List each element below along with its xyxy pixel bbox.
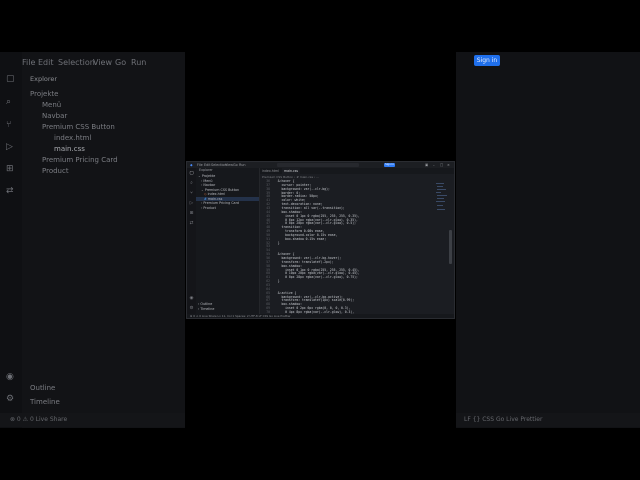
run-debug-icon: ▷ [6,142,13,152]
tree-item-label: Menü [203,178,213,183]
code-view[interactable]: 36 &:hover {37 cursor: pointer; 38 backgr… [260,179,454,314]
outline-section[interactable]: › Outline [198,302,261,307]
background-menu-item: Selection [58,58,95,67]
tree-item-label: Product [203,205,216,210]
background-status-left: ⊗ 0 ⚠ 0 Live Share [0,413,185,427]
account-icon[interactable]: ◉ [189,296,194,301]
tree-item[interactable]: › Product [196,206,259,211]
background-outline: Outline [30,384,56,392]
background-tree-item: Menü [42,101,62,109]
tree-item-label: Premium Pricing Card [203,201,239,205]
status-text[interactable]: ⊗ 0 ⚠ 0 Live Share Ln 11, Col 1 Spaces: … [190,314,291,318]
command-search-input[interactable] [277,163,359,167]
run-debug-icon[interactable]: ▷ [189,201,194,206]
source-control-icon: ⑂ [6,120,12,130]
tree-item-label: main.css [207,196,223,201]
status-bar: ⊗ 0 ⚠ 0 Live Share Ln 11, Col 1 Spaces: … [187,314,454,318]
extensions-icon: ⊞ [6,164,14,174]
background-status-right: LF {} CSS Go Live Prettier [456,413,640,427]
background-menu-item: Run [131,58,147,67]
background-tree-item: main.css [54,145,85,153]
explorer-title: Explorer [199,168,213,172]
tree-item-label: Premium CSS Button [204,187,240,192]
remote-icon: ⇄ [6,186,14,196]
source-control-icon[interactable]: ⑂ [189,191,194,196]
extensions-icon[interactable]: ⊞ [189,211,194,216]
code-line[interactable]: box-shadow 0.15s ease; [274,237,326,241]
account-icon: ◉ [6,372,14,382]
code-line[interactable]: 0 0px 28px rgba(var(--clr-glow), 0.75); [274,275,358,279]
signin-button[interactable]: Sign in [384,163,395,167]
tree-item-label: Navbar [203,183,216,187]
background-tree-item: Navbar [42,112,68,120]
tree-item-label: Projekte [201,174,216,178]
background-tree-item: Product [42,167,69,175]
background-explorer-title: Explorer [30,75,58,83]
explorer-sidebar: Explorer ⌄ Projekte › Menü › Navbar ⌄ Premi… [196,168,260,314]
tab-index-html[interactable]: index.html [260,168,281,174]
background-tree-item: index.html [54,134,92,142]
files-icon: ▢ [6,74,15,84]
background-timeline: Timeline [30,398,60,406]
background-signin-button: Sign in [474,55,500,66]
code-line[interactable]: } [274,241,280,245]
editor-scrollbar[interactable] [449,230,452,264]
search-icon[interactable]: ⌕ [189,181,194,186]
files-icon[interactable]: ▢ [189,171,194,176]
editor-tabs: index.html main.css [260,168,454,174]
vscode-window: ◆ File Edit Selection View Go Run Sign i… [186,161,455,319]
settings-gear-icon[interactable]: ⚙ [189,306,194,311]
code-line[interactable]: } [274,279,280,283]
editor-area: index.html main.css Premium CSS Button ›… [260,168,454,314]
background-tree-item: Premium CSS Button [42,123,115,131]
settings-gear-icon: ⚙ [6,394,15,404]
search-icon: ⌕ [6,97,12,107]
background-tree-item: Premium Pricing Card [42,156,118,164]
background-editor-left [0,52,185,428]
minimap[interactable] [436,181,448,221]
background-menu-item: File [22,58,36,67]
background-menu-item: Go [115,58,127,67]
activity-bar: ▢ ⌕ ⑂ ▷ ⊞ ⇄ ◉ ⚙ [187,168,196,314]
background-editor-right [456,52,640,428]
remote-icon[interactable]: ⇄ [189,221,194,226]
background-menu-item: Edit [38,58,54,67]
background-tree-item: Projekte [30,90,59,98]
timeline-section[interactable]: › Timeline [198,307,261,312]
tab-main-css[interactable]: main.css [282,168,301,174]
background-activity-bar: ▢ ⌕ ⑂ ▷ ⊞ ⇄ ◉ ⚙ [0,52,22,428]
tree-item-label: index.html [207,192,226,196]
background-menu-item: View [93,58,112,67]
